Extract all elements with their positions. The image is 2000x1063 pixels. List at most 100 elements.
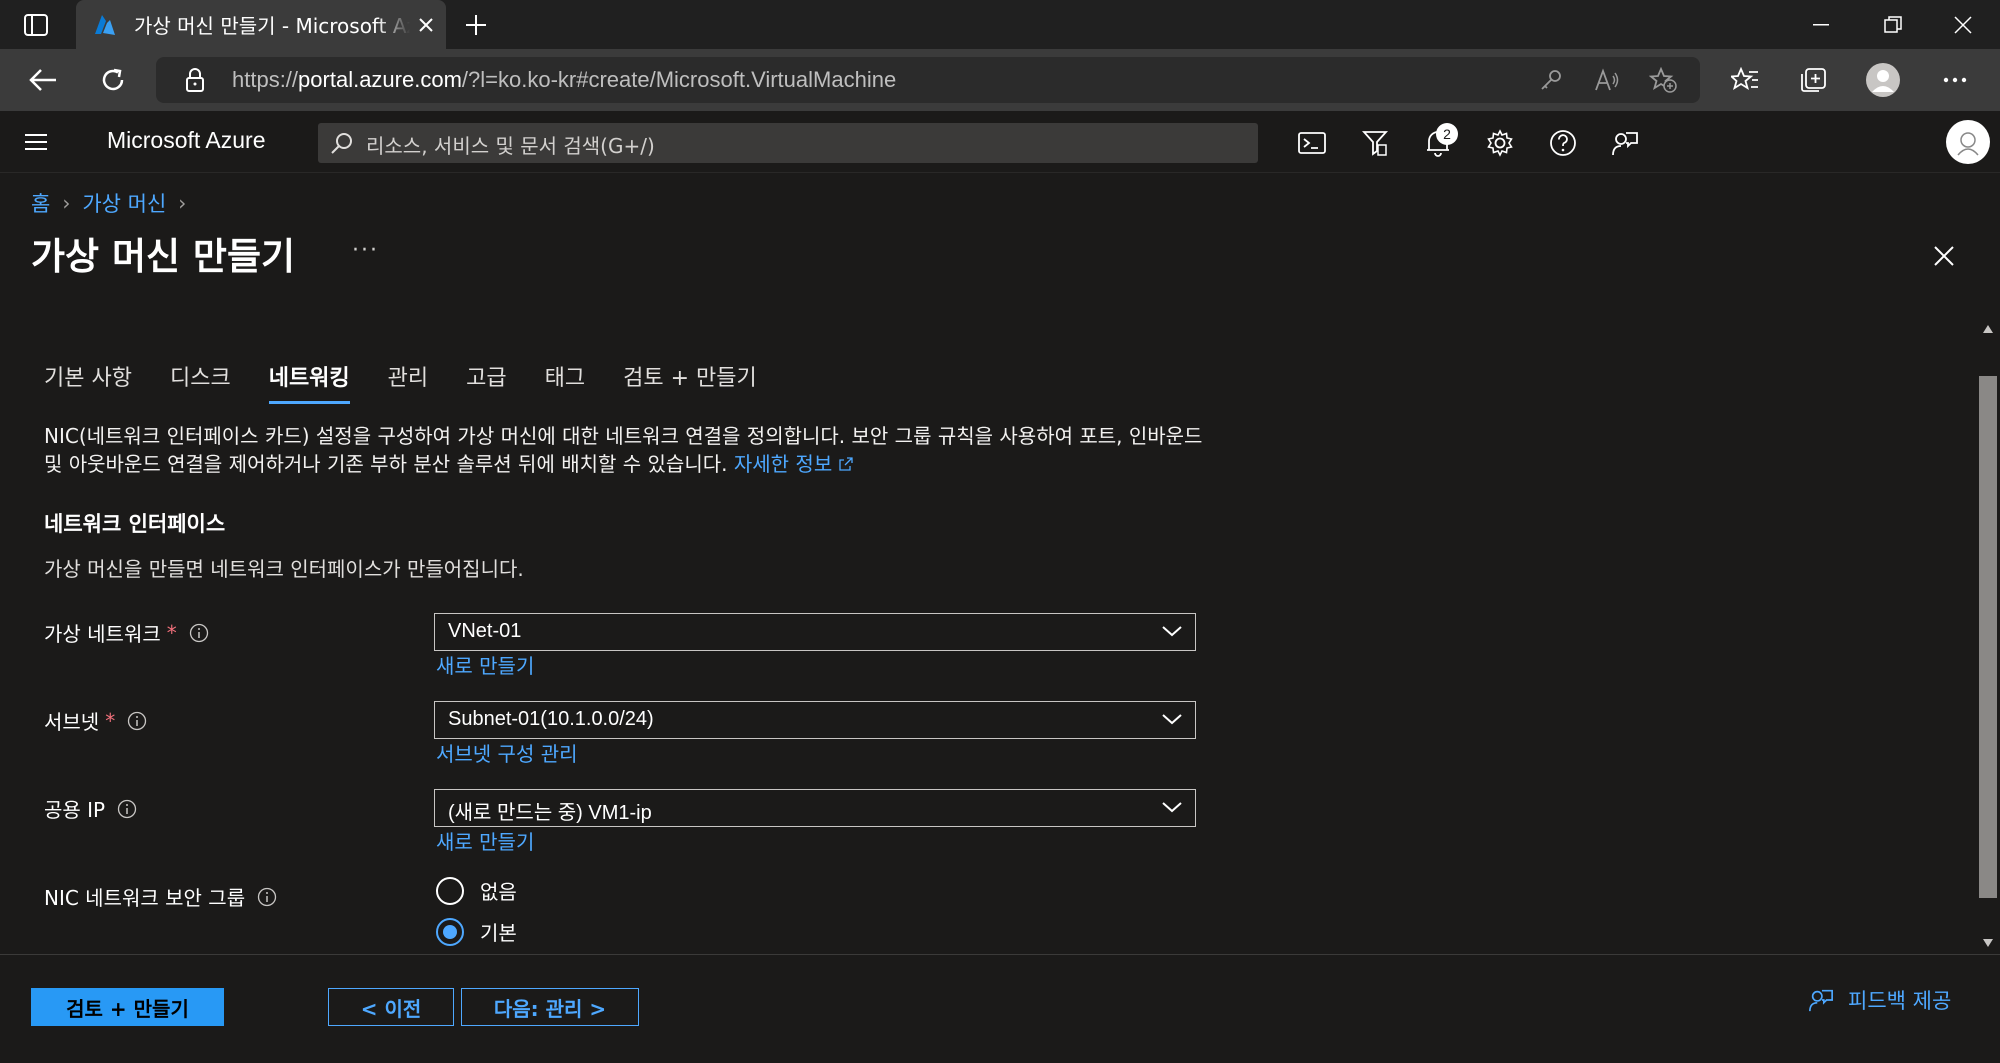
breadcrumb: 홈 › 가상 머신 ›: [31, 188, 186, 218]
url-path: /?l=ko.ko-kr#create/Microsoft.VirtualMac…: [461, 67, 897, 92]
help-icon[interactable]: [1543, 123, 1583, 163]
vnet-select[interactable]: VNet-01: [434, 613, 1196, 651]
wizard-tabs: 기본 사항 디스크 네트워킹 관리 고급 태그 검토 + 만들기: [44, 360, 795, 406]
hamburger-menu-icon[interactable]: [20, 127, 52, 157]
tab-management[interactable]: 관리: [388, 360, 428, 404]
info-icon[interactable]: [257, 887, 277, 907]
scroll-down-icon[interactable]: [1982, 938, 1994, 948]
section-subtitle: 가상 머신을 만들면 네트워크 인터페이스가 만들어집니다.: [44, 557, 524, 581]
favorites-icon[interactable]: [1724, 61, 1766, 99]
account-avatar[interactable]: [1946, 120, 1990, 164]
notifications-icon[interactable]: 2: [1418, 123, 1458, 163]
back-icon[interactable]: [22, 61, 64, 99]
page-title: 가상 머신 만들기: [31, 235, 296, 278]
radio-button[interactable]: [436, 876, 464, 905]
tab-networking[interactable]: 네트워킹: [268, 360, 350, 404]
notification-badge: 2: [1436, 123, 1458, 145]
global-search[interactable]: 리소스, 서비스 및 문서 검색(G+/): [318, 123, 1258, 163]
url-prefix: https://: [232, 67, 299, 92]
nsg-option-none[interactable]: 없음: [436, 876, 517, 905]
more-menu-icon[interactable]: [1934, 61, 1976, 99]
required-marker: *: [105, 708, 116, 733]
profile-icon[interactable]: [1862, 61, 1904, 99]
next-button[interactable]: 다음: 관리 >: [461, 988, 639, 1026]
azure-logo-icon: [95, 14, 115, 35]
subnet-label-text: 서브넷: [44, 710, 100, 734]
public-ip-select[interactable]: (새로 만드는 중) VM1-ip: [434, 789, 1196, 827]
public-ip-label-text: 공용 IP: [44, 798, 106, 822]
learn-more-label: 자세한 정보: [733, 452, 833, 476]
nsg-label-text: NIC 네트워크 보안 그룹: [44, 886, 246, 910]
browser-titlebar: 가상 머신 만들기 - Microsoft Azure: [0, 0, 2000, 49]
directory-filter-icon[interactable]: [1355, 123, 1395, 163]
radio-button-selected[interactable]: [436, 917, 464, 946]
vnet-label-text: 가상 네트워크: [44, 622, 161, 646]
feedback-icon: [1809, 989, 1833, 1012]
previous-button[interactable]: < 이전: [328, 988, 454, 1026]
networking-description: NIC(네트워크 인터페이스 카드) 설정을 구성하여 가상 머신에 대한 네트…: [44, 422, 1204, 478]
info-icon[interactable]: [189, 623, 209, 643]
chevron-down-icon: [1162, 626, 1182, 637]
nsg-option-basic-label: 기본: [480, 921, 517, 945]
give-feedback-link[interactable]: 피드백 제공: [1808, 985, 1951, 1015]
tab-basics[interactable]: 기본 사항: [44, 360, 132, 404]
lock-icon: [186, 68, 204, 92]
vnet-label: 가상 네트워크 *: [44, 618, 209, 647]
more-options-icon[interactable]: ···: [352, 238, 379, 263]
required-marker: *: [166, 620, 177, 645]
nsg-option-basic[interactable]: 기본: [436, 917, 517, 946]
settings-gear-icon[interactable]: [1480, 123, 1520, 163]
public-ip-create-new-link[interactable]: 새로 만들기: [436, 826, 534, 855]
azure-header: Microsoft Azure 리소스, 서비스 및 문서 검색(G+/) 2: [0, 111, 2000, 173]
address-bar[interactable]: https://portal.azure.com/?l=ko.ko-kr#cre…: [156, 57, 1700, 103]
tab-actions-icon[interactable]: [14, 10, 58, 40]
vnet-create-new-link[interactable]: 새로 만들기: [436, 650, 534, 679]
breadcrumb-virtual-machines[interactable]: 가상 머신: [82, 188, 166, 218]
info-icon[interactable]: [127, 711, 147, 731]
scroll-up-icon[interactable]: [1982, 324, 1994, 334]
tab-title: 가상 머신 만들기 - Microsoft Azure: [134, 14, 410, 38]
info-icon[interactable]: [117, 799, 137, 819]
read-aloud-icon[interactable]: [1592, 65, 1622, 95]
add-favorite-icon[interactable]: [1648, 65, 1678, 95]
restore-icon[interactable]: [1858, 0, 1928, 49]
subnet-label: 서브넷 *: [44, 706, 147, 735]
window-close-icon[interactable]: [1928, 0, 1998, 49]
subnet-select[interactable]: Subnet-01(10.1.0.0/24): [434, 701, 1196, 739]
tab-tags[interactable]: 태그: [545, 360, 585, 404]
feedback-label: 피드백 제공: [1848, 989, 1952, 1013]
key-icon[interactable]: [1536, 65, 1566, 95]
chevron-right-icon: ›: [178, 191, 187, 215]
feedback-icon[interactable]: [1605, 123, 1645, 163]
description-text: NIC(네트워크 인터페이스 카드) 설정을 구성하여 가상 머신에 대한 네트…: [44, 424, 1203, 476]
review-create-button[interactable]: 검토 + 만들기: [31, 988, 224, 1026]
new-tab-icon[interactable]: [458, 8, 494, 42]
collections-icon[interactable]: [1792, 61, 1834, 99]
browser-tab[interactable]: 가상 머신 만들기 - Microsoft Azure: [76, 0, 446, 49]
learn-more-link[interactable]: 자세한 정보: [734, 452, 853, 476]
vnet-value: VNet-01: [448, 620, 522, 642]
tab-advanced[interactable]: 고급: [466, 360, 506, 404]
search-icon: [331, 133, 352, 154]
search-placeholder: 리소스, 서비스 및 문서 검색(G+/): [366, 134, 655, 158]
public-ip-value: (새로 만드는 중) VM1-ip: [448, 802, 652, 824]
wizard-footer: 검토 + 만들기 < 이전 다음: 관리 > 피드백 제공: [0, 954, 2000, 1063]
cloud-shell-icon[interactable]: [1292, 123, 1332, 163]
manage-subnet-link[interactable]: 서브넷 구성 관리: [436, 738, 578, 767]
subnet-value: Subnet-01(10.1.0.0/24): [448, 708, 654, 730]
chevron-down-icon: [1162, 802, 1182, 813]
tab-close-icon[interactable]: [414, 13, 438, 37]
refresh-icon[interactable]: [92, 61, 134, 99]
scrollbar-thumb[interactable]: [1979, 376, 1997, 898]
tab-disks[interactable]: 디스크: [170, 360, 231, 404]
tab-review-create[interactable]: 검토 + 만들기: [623, 360, 757, 404]
nsg-label: NIC 네트워크 보안 그룹: [44, 882, 277, 911]
close-blade-icon[interactable]: [1928, 240, 1960, 272]
content-scrollbar[interactable]: [1976, 318, 2000, 954]
url-text: https://portal.azure.com/?l=ko.ko-kr#cre…: [232, 67, 896, 93]
url-host: portal.azure.com: [298, 67, 462, 92]
nsg-option-none-label: 없음: [480, 880, 517, 904]
breadcrumb-home[interactable]: 홈: [31, 188, 50, 218]
azure-brand[interactable]: Microsoft Azure: [107, 127, 266, 154]
minimize-icon[interactable]: [1786, 0, 1856, 49]
